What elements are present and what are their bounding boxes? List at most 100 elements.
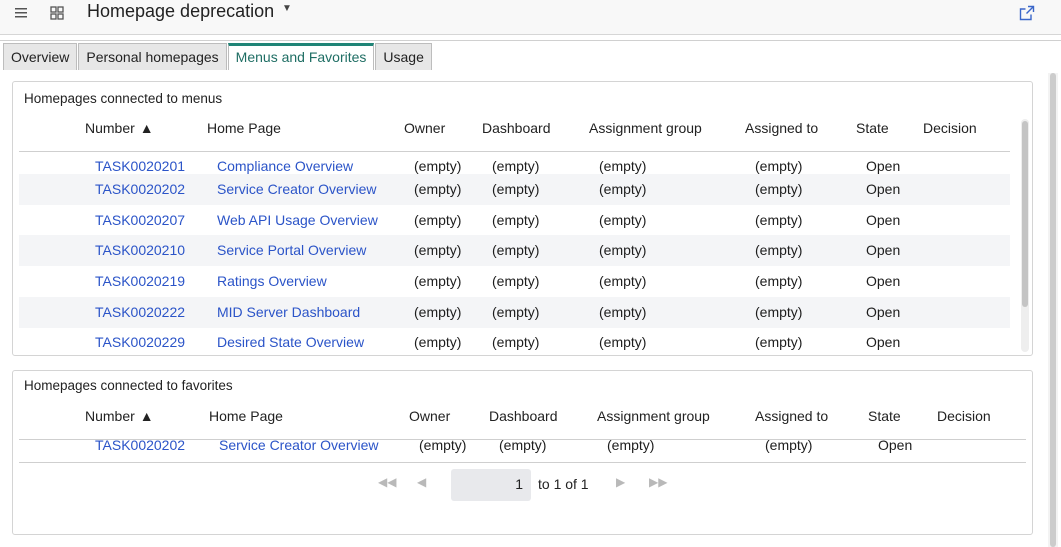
panel-title: Homepages connected to favorites xyxy=(24,378,233,393)
column-assignment-group[interactable]: Assignment group xyxy=(589,120,702,136)
state-cell: Open xyxy=(866,158,901,174)
state-cell: Open xyxy=(866,212,901,228)
scrollbar-thumb[interactable] xyxy=(1022,121,1028,307)
table-row: TASK0020229 Desired State Overview (empt… xyxy=(19,327,1010,355)
column-number[interactable]: Number ▲ xyxy=(85,120,154,136)
table-row: TASK0020202 Service Creator Overview (em… xyxy=(19,431,1026,463)
chevron-left-icon[interactable]: ◀ xyxy=(417,475,426,489)
chevron-right-icon[interactable]: ▶ xyxy=(616,475,625,489)
dashboard-cell: (empty) xyxy=(492,304,540,320)
table-scrollbar[interactable] xyxy=(1021,119,1029,352)
page-title: Homepage deprecation xyxy=(87,1,275,21)
top-bar: Homepage deprecation ▼ xyxy=(0,0,1061,35)
owner-cell: (empty) xyxy=(414,334,462,350)
table-row: TASK0020210 Service Portal Overview (emp… xyxy=(19,235,1010,266)
assignment-group-cell: (empty) xyxy=(599,334,647,350)
dashboard-cell: (empty) xyxy=(492,212,540,228)
task-number-link[interactable]: TASK0020202 xyxy=(95,437,185,453)
double-chevron-left-icon[interactable]: ◀◀ xyxy=(378,475,396,489)
table-row: TASK0020219 Ratings Overview (empty) (em… xyxy=(19,266,1010,297)
task-number-link[interactable]: TASK0020229 xyxy=(95,334,185,350)
column-decision[interactable]: Decision xyxy=(937,408,991,424)
column-dashboard[interactable]: Dashboard xyxy=(482,120,551,136)
assigned-to-cell: (empty) xyxy=(755,181,803,197)
task-number-link[interactable]: TASK0020202 xyxy=(95,181,185,197)
home-page-link[interactable]: Service Portal Overview xyxy=(217,242,366,258)
column-number[interactable]: Number ▲ xyxy=(85,408,154,424)
assignment-group-cell: (empty) xyxy=(607,437,655,453)
assignment-group-cell: (empty) xyxy=(599,304,647,320)
sort-ascending-icon: ▲ xyxy=(139,408,154,424)
assigned-to-cell: (empty) xyxy=(755,304,803,320)
home-page-link[interactable]: Service Creator Overview xyxy=(219,437,379,453)
task-number-link[interactable]: TASK0020222 xyxy=(95,304,185,320)
page-number-input[interactable]: 1 xyxy=(451,469,531,501)
dashboard-cell: (empty) xyxy=(492,158,540,174)
header-divider xyxy=(0,40,1061,41)
task-number-link[interactable]: TASK0020201 xyxy=(95,158,185,174)
assigned-to-cell: (empty) xyxy=(755,334,803,350)
column-assigned-to[interactable]: Assigned to xyxy=(745,120,818,136)
home-page-link[interactable]: Desired State Overview xyxy=(217,334,364,350)
column-state[interactable]: State xyxy=(856,120,889,136)
home-page-link[interactable]: Compliance Overview xyxy=(217,158,353,174)
page-summary: to 1 of 1 xyxy=(538,476,589,492)
open-in-new-window-icon[interactable] xyxy=(1017,3,1037,23)
table-row: TASK0020202 Service Creator Overview (em… xyxy=(19,174,1010,205)
column-decision[interactable]: Decision xyxy=(923,120,977,136)
assigned-to-cell: (empty) xyxy=(765,437,813,453)
table-header: Number ▲ Home Page Owner Dashboard Assign… xyxy=(19,120,1010,152)
column-dashboard[interactable]: Dashboard xyxy=(489,408,558,424)
state-cell: Open xyxy=(866,181,901,197)
owner-cell: (empty) xyxy=(414,181,462,197)
dashboard-cell: (empty) xyxy=(499,437,547,453)
tab-bar: Overview Personal homepages Menus and Fa… xyxy=(3,43,433,71)
column-owner[interactable]: Owner xyxy=(409,408,450,424)
assignment-group-cell: (empty) xyxy=(599,273,647,289)
state-cell: Open xyxy=(866,334,901,350)
home-page-link[interactable]: Web API Usage Overview xyxy=(217,212,378,228)
menus-panel: Homepages connected to menus Number ▲ Hom… xyxy=(12,81,1033,356)
task-number-link[interactable]: TASK0020219 xyxy=(95,273,185,289)
scrollbar-thumb[interactable] xyxy=(1050,73,1056,547)
dashboard-cell: (empty) xyxy=(492,334,540,350)
home-page-link[interactable]: Ratings Overview xyxy=(217,273,327,289)
assigned-to-cell: (empty) xyxy=(755,158,803,174)
owner-cell: (empty) xyxy=(414,273,462,289)
assigned-to-cell: (empty) xyxy=(755,212,803,228)
favorites-panel: Homepages connected to favorites Number ▲… xyxy=(12,370,1033,535)
tab-usage[interactable]: Usage xyxy=(375,43,432,70)
column-assigned-to[interactable]: Assigned to xyxy=(755,408,828,424)
owner-cell: (empty) xyxy=(414,158,462,174)
caret-down-icon[interactable]: ▼ xyxy=(282,3,292,14)
column-assignment-group[interactable]: Assignment group xyxy=(597,408,710,424)
owner-cell: (empty) xyxy=(414,304,462,320)
dashboard-cell: (empty) xyxy=(492,242,540,258)
grid-icon[interactable] xyxy=(47,3,67,23)
assignment-group-cell: (empty) xyxy=(599,158,647,174)
task-number-link[interactable]: TASK0020210 xyxy=(95,242,185,258)
home-page-link[interactable]: MID Server Dashboard xyxy=(217,304,360,320)
table-row: TASK0020222 MID Server Dashboard (empty)… xyxy=(19,297,1010,328)
table-row: TASK0020207 Web API Usage Overview (empt… xyxy=(19,205,1010,236)
state-cell: Open xyxy=(866,273,901,289)
double-chevron-right-icon[interactable]: ▶▶ xyxy=(649,475,667,489)
hamburger-icon[interactable] xyxy=(11,3,31,23)
column-owner[interactable]: Owner xyxy=(404,120,445,136)
state-cell: Open xyxy=(866,242,901,258)
page-scrollbar[interactable] xyxy=(1048,73,1058,547)
home-page-link[interactable]: Service Creator Overview xyxy=(217,181,377,197)
pagination: ◀◀ ◀ 1 to 1 of 1 ▶ ▶▶ xyxy=(13,469,1034,501)
assigned-to-cell: (empty) xyxy=(755,273,803,289)
state-cell: Open xyxy=(866,304,901,320)
column-home-page[interactable]: Home Page xyxy=(207,120,281,136)
task-number-link[interactable]: TASK0020207 xyxy=(95,212,185,228)
tab-overview[interactable]: Overview xyxy=(3,43,78,70)
owner-cell: (empty) xyxy=(414,242,462,258)
column-home-page[interactable]: Home Page xyxy=(209,408,283,424)
tab-menus-and-favorites[interactable]: Menus and Favorites xyxy=(227,43,375,70)
column-state[interactable]: State xyxy=(868,408,901,424)
tab-personal-homepages[interactable]: Personal homepages xyxy=(78,43,227,70)
assigned-to-cell: (empty) xyxy=(755,242,803,258)
assignment-group-cell: (empty) xyxy=(599,212,647,228)
